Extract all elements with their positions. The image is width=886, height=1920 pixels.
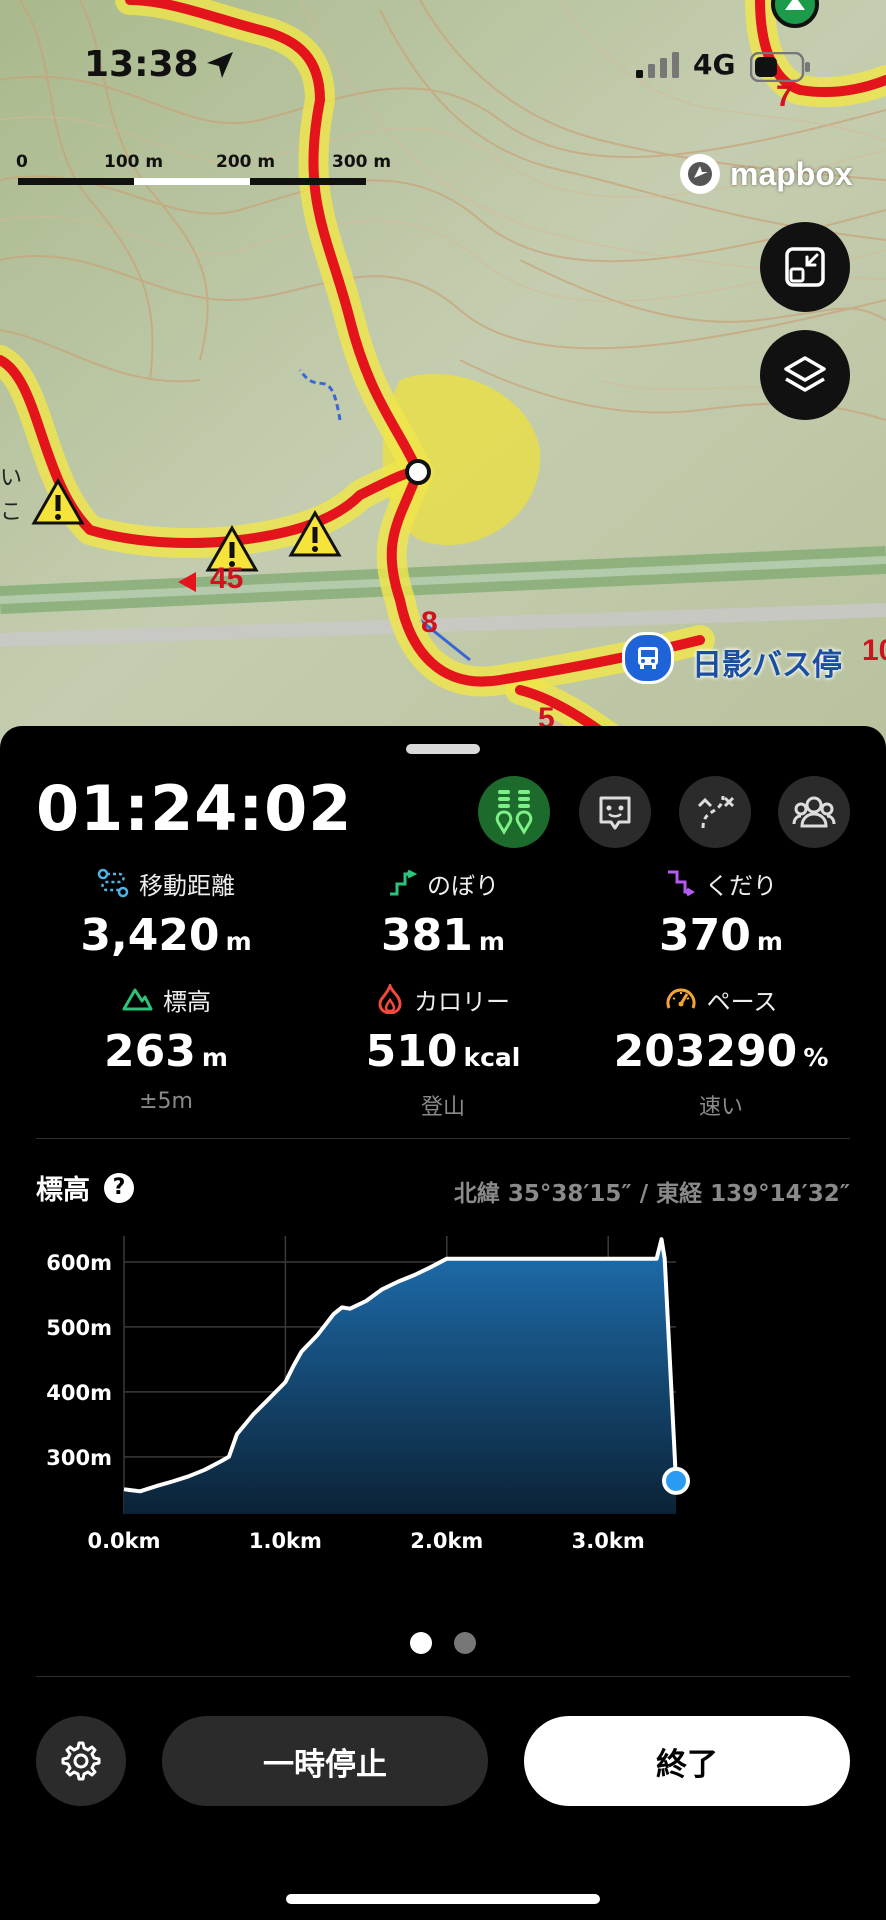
elevation-title: 標高: [36, 1175, 90, 1206]
network-type: 4G: [693, 48, 736, 81]
descent-icon: [668, 870, 695, 897]
sheet-drag-handle[interactable]: [406, 744, 480, 754]
elevation-chart[interactable]: 300m 400m 500m 600m 0.0km 1.0km 2.0km 3.0km: [30, 1226, 856, 1586]
y-tick-label: 500m: [46, 1316, 112, 1340]
stat-sub-altitude: ±5m: [139, 1089, 193, 1114]
face-icon: [599, 796, 631, 830]
coordinates: 北緯 35°38′15″ / 東経 139°14′32″: [453, 1181, 850, 1207]
activity-sheet: 01:24:02 移動距離 3,420 m のぼり 381 m くだり 370 …: [0, 726, 886, 1920]
home-indicator: [286, 1894, 600, 1904]
scale-label: 100 m: [104, 152, 164, 172]
stat-value-calories: 510: [365, 1026, 458, 1077]
help-icon[interactable]: ?: [104, 1172, 134, 1203]
mapbox-icon: [680, 154, 720, 194]
stat-label-distance: 移動距離: [139, 871, 235, 900]
distance-icon: [97, 868, 129, 898]
scale-label: 0: [16, 152, 28, 172]
stat-distance: 移動距離 3,420 m: [21, 866, 311, 961]
x-tick-label: 3.0km: [572, 1529, 645, 1553]
x-tick-label: 1.0km: [249, 1529, 322, 1553]
trail-markers-icon: [495, 790, 533, 835]
face-mode-button[interactable]: [579, 776, 651, 848]
y-tick-label: 300m: [46, 1446, 112, 1470]
minimize-icon: [785, 247, 825, 287]
location-arrow-icon: [207, 52, 233, 78]
page-dot[interactable]: [454, 1632, 476, 1654]
group-icon: [792, 796, 836, 828]
divider: [36, 1676, 850, 1677]
stat-label-ascent: のぼり: [427, 871, 499, 900]
layers-icon: [784, 356, 826, 392]
map-layers-button[interactable]: [760, 330, 850, 420]
mapbox-logo: mapbox: [678, 152, 853, 196]
stat-altitude: 標高 263 m ±5m: [21, 982, 311, 1115]
end-button[interactable]: 終了: [524, 1716, 850, 1806]
stat-label-pace: ペース: [706, 987, 778, 1016]
stat-label-descent: くだり: [705, 871, 777, 900]
stat-label-calories: カロリー: [414, 987, 510, 1016]
scale-label: 200 m: [216, 152, 276, 172]
stat-label-altitude: 標高: [163, 987, 211, 1016]
pause-button[interactable]: 一時停止: [162, 1716, 488, 1806]
gear-icon: [61, 1741, 101, 1781]
divider: [36, 1138, 850, 1139]
stat-pace: ペース 203290% 速い: [576, 982, 866, 1121]
stat-value-pace: 203290: [613, 1026, 798, 1077]
stat-sub-calories: 登山: [420, 1095, 465, 1120]
map-scale-bar: 0 100 m 200 m 300 m: [16, 152, 396, 192]
mountain-icon: [122, 988, 153, 1011]
stat-calories: カロリー 510 kcal 登山: [298, 982, 588, 1121]
map-text-i: い: [0, 466, 23, 491]
stat-value-ascent: 381: [381, 910, 473, 961]
bus-stop-icon[interactable]: [622, 632, 674, 684]
elevation-header: 標高 ?: [36, 1168, 134, 1207]
trail-number-label: 45: [210, 562, 244, 595]
status-time: 13:38: [84, 44, 199, 85]
y-tick-label: 600m: [46, 1251, 112, 1275]
collapse-map-button[interactable]: [760, 222, 850, 312]
signal-icon: [636, 52, 679, 78]
stat-unit-pace: %: [803, 1043, 829, 1072]
stat-sub-pace: 速い: [698, 1095, 743, 1120]
stat-unit-ascent: m: [478, 927, 505, 956]
route-off-icon: [697, 795, 735, 829]
trail-number-label: 8: [421, 606, 438, 639]
map-view[interactable]: い こ 7 45 8 5 10 日影バス停 13:38 4G 0 100 m 2…: [0, 0, 886, 760]
x-tick-label: 0.0km: [87, 1529, 160, 1553]
battery-icon: [750, 52, 810, 82]
trail-number-label: 7: [776, 80, 793, 113]
settings-button[interactable]: [36, 1716, 126, 1806]
map-text-ko: こ: [0, 500, 23, 525]
trail-mode-button[interactable]: [478, 776, 550, 848]
flame-icon: [378, 984, 402, 1014]
stat-unit-descent: m: [756, 927, 783, 956]
y-tick-label: 400m: [46, 1381, 112, 1405]
x-tick-label: 2.0km: [410, 1529, 483, 1553]
scale-label: 300 m: [332, 152, 392, 172]
stat-unit-distance: m: [225, 927, 252, 956]
page-dot-active[interactable]: [410, 1632, 432, 1654]
speedometer-icon: [666, 988, 696, 1009]
mapbox-attribution: mapbox: [730, 155, 853, 192]
bus-stop-label[interactable]: 日影バス停: [692, 640, 842, 684]
stat-value-altitude: 263: [104, 1026, 196, 1077]
stat-descent: くだり 370 m: [576, 866, 866, 961]
stat-unit-altitude: m: [201, 1043, 228, 1072]
ascent-icon: [390, 869, 417, 896]
stat-ascent: のぼり 381 m: [298, 866, 588, 961]
route-off-button[interactable]: [679, 776, 751, 848]
stat-unit-calories: kcal: [463, 1043, 521, 1072]
current-position-marker: [662, 1466, 690, 1495]
stat-value-distance: 3,420: [80, 910, 220, 961]
stat-value-descent: 370: [659, 910, 751, 961]
elapsed-time: 01:24:02: [36, 772, 353, 845]
group-button[interactable]: [778, 776, 850, 848]
trail-number-label: 10: [862, 634, 886, 667]
